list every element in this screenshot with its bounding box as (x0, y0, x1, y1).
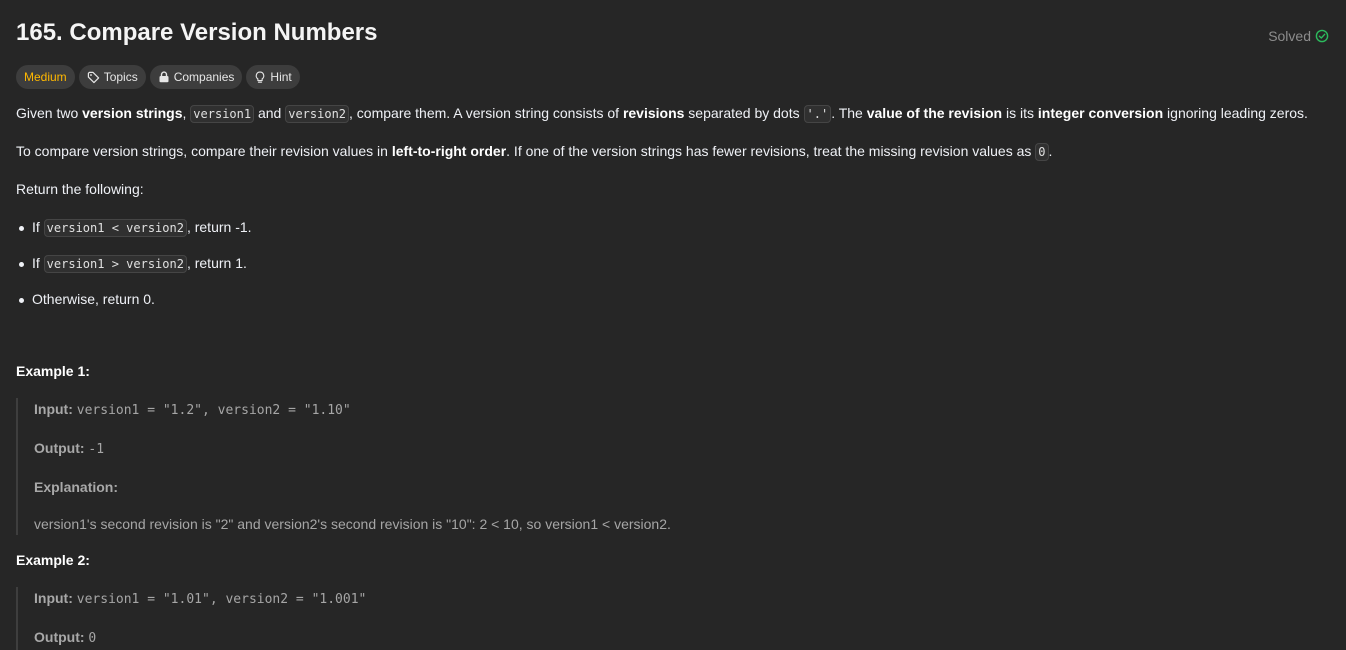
return-rules-list: If version1 < version2, return -1. If ve… (16, 216, 1330, 310)
inline-code: '.' (803, 105, 832, 123)
inline-code: 0 (1035, 143, 1049, 161)
text-span: and (254, 105, 286, 121)
lock-icon (158, 71, 170, 83)
text-span: Otherwise, return 0. (32, 291, 155, 307)
difficulty-badge[interactable]: Medium (16, 65, 75, 89)
text-span: , compare them. A version string consist… (349, 105, 623, 121)
title-row: 165. Compare Version Numbers Solved (16, 0, 1330, 47)
text-span: . (1048, 143, 1053, 159)
topics-label: Topics (103, 70, 138, 84)
hint-label: Hint (270, 70, 292, 84)
text-span: , return -1. (186, 219, 252, 235)
input-value: version1 = "1.01", version2 = "1.001" (76, 592, 367, 607)
output-value: 0 (88, 631, 97, 646)
text-span: ignoring leading zeros. (1163, 105, 1308, 121)
list-item: If version1 < version2, return -1. (16, 216, 1330, 239)
tag-bar: Medium Topics Companies Hint (16, 65, 1330, 89)
output-label: Output: (34, 629, 85, 645)
text-span: If (32, 255, 44, 271)
hint-button[interactable]: Hint (246, 65, 300, 89)
list-item: Otherwise, return 0. (16, 288, 1330, 310)
text-span: . The (831, 105, 867, 121)
output-label: Output: (34, 440, 85, 456)
bold-text: integer conversion (1037, 105, 1164, 121)
description-paragraph-3: Return the following: (16, 181, 144, 197)
input-label: Input: (34, 401, 73, 417)
companies-button[interactable]: Companies (149, 65, 243, 89)
text-span: is its (1002, 105, 1038, 121)
bold-text: value of the revision (866, 105, 1003, 121)
example-explanation-label: Explanation: (34, 476, 1330, 498)
input-value: version1 = "1.2", version2 = "1.10" (76, 403, 351, 418)
example-1-title: Example 1: (16, 363, 90, 379)
text-span: To compare version strings, compare thei… (16, 143, 392, 159)
example-input: Input: version1 = "1.01", version2 = "1.… (34, 587, 1330, 611)
text-span: , return 1. (186, 255, 247, 271)
problem-title[interactable]: 165. Compare Version Numbers (16, 19, 377, 47)
example-1-block: Input: version1 = "1.2", version2 = "1.1… (16, 398, 1330, 535)
description-paragraph-2: To compare version strings, compare thei… (16, 140, 1330, 163)
topics-button[interactable]: Topics (78, 65, 146, 89)
bold-text: left-to-right order (391, 143, 507, 159)
inline-code: version1 > version2 (43, 255, 187, 273)
bold-text: version strings (82, 105, 183, 121)
inline-code: version1 (190, 105, 255, 123)
check-circle-icon (1315, 29, 1329, 43)
text-span: If (32, 219, 44, 235)
text-span: Given two (16, 105, 83, 121)
input-label: Input: (34, 590, 73, 606)
inline-code: version1 < version2 (43, 219, 187, 237)
list-item: If version1 > version2, return 1. (16, 252, 1330, 275)
example-2-block: Input: version1 = "1.01", version2 = "1.… (16, 587, 1330, 650)
example-output: Output: -1 (34, 437, 1330, 461)
example-input: Input: version1 = "1.2", version2 = "1.1… (34, 398, 1330, 422)
companies-label: Companies (173, 70, 235, 84)
tag-icon (87, 71, 100, 84)
text-span: separated by dots (684, 105, 804, 121)
example-output: Output: 0 (34, 626, 1330, 650)
example-2-title: Example 2: (16, 552, 90, 568)
lightbulb-icon (254, 71, 266, 84)
problem-description-panel: 165. Compare Version Numbers Solved Medi… (0, 0, 1346, 650)
bold-text: revisions (622, 105, 685, 121)
solved-label: Solved (1268, 28, 1311, 44)
inline-code: version2 (285, 105, 350, 123)
text-span: . If one of the version strings has fewe… (506, 143, 1036, 159)
example-explanation: version1's second revision is "2" and ve… (34, 516, 671, 532)
solved-status: Solved (1268, 28, 1329, 44)
description-paragraph-1: Given two version strings, version1 and … (16, 102, 1330, 125)
explanation-label: Explanation: (34, 479, 119, 495)
output-value: -1 (88, 442, 105, 457)
